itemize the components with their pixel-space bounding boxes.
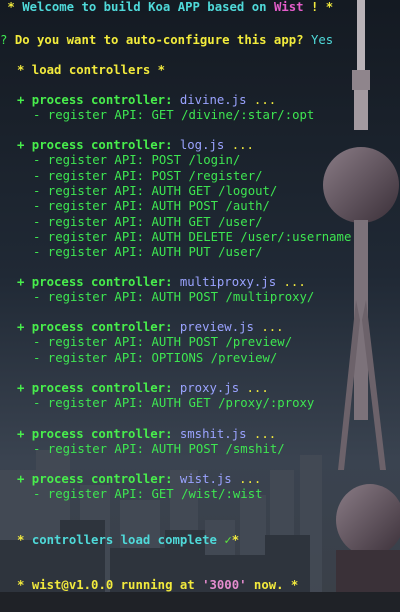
complete-text: controllers load complete <box>31 533 225 547</box>
running-suffix: now. * <box>246 578 299 592</box>
prompt-question: Do you want to auto-configure this app? <box>14 33 304 47</box>
question-mark-icon: ? <box>0 33 8 47</box>
complete-star: * <box>17 533 32 547</box>
process-suffix: ... <box>224 138 254 152</box>
register-api-line: - register API: AUTH GET /user/ <box>33 214 263 229</box>
process-controller-line: + process controller: wist.js ... <box>17 472 261 487</box>
running-text: running at <box>113 578 203 592</box>
register-api-line: - register API: AUTH POST /preview/ <box>33 335 293 350</box>
process-controller-line: + process controller: multiproxy.js ... <box>17 275 306 290</box>
register-api-line: - register API: AUTH DELETE /user/:usern… <box>33 229 352 244</box>
process-suffix: ... <box>276 275 306 289</box>
complete-star-close: * <box>231 533 240 547</box>
register-api-line: - register API: POST /login/ <box>33 153 241 168</box>
process-suffix: ... <box>246 427 277 441</box>
process-controller-line: + process controller: proxy.js ... <box>17 381 269 396</box>
register-api-line: - register API: GET /divine/:star/:opt <box>33 108 315 123</box>
register-api-line: - register API: AUTH GET /proxy/:proxy <box>33 396 315 411</box>
controller-file-name: log.js <box>179 138 225 152</box>
port-value: '3000' <box>202 578 247 592</box>
controller-file-name: multiproxy.js <box>179 275 277 289</box>
app-version: wist@v1.0.0 <box>31 578 114 592</box>
complete-line: * controllers load complete ✓* <box>17 533 239 548</box>
process-prefix: + process controller: <box>17 472 180 486</box>
welcome-text: Welcome to build Koa APP based on <box>22 0 274 14</box>
prompt-answer: Yes <box>310 33 334 47</box>
controller-file-name: preview.js <box>179 320 254 334</box>
register-api-line: - register API: POST /register/ <box>33 168 263 183</box>
running-star: * <box>17 578 32 592</box>
register-api-line: - register API: AUTH POST /smshit/ <box>33 442 285 457</box>
prompt-line: ? Do you want to auto-configure this app… <box>0 33 333 48</box>
welcome-line: * Welcome to build Koa APP based on Wist… <box>0 0 333 15</box>
process-controller-line: + process controller: smshit.js ... <box>17 427 276 442</box>
controller-file-name: smshit.js <box>179 427 247 441</box>
welcome-star: * <box>0 0 23 14</box>
process-controller-line: + process controller: log.js ... <box>17 138 254 153</box>
register-api-line: - register API: OPTIONS /preview/ <box>33 350 278 365</box>
welcome-suffix: ! * <box>303 0 334 14</box>
brand-name: Wist <box>273 0 304 14</box>
controller-file-name: wist.js <box>179 472 232 486</box>
register-api-line: - register API: AUTH POST /multiproxy/ <box>33 290 315 305</box>
process-prefix: + process controller: <box>17 138 180 152</box>
process-prefix: + process controller: <box>17 320 180 334</box>
register-api-line: - register API: AUTH PUT /user/ <box>33 245 263 260</box>
process-suffix: ... <box>239 381 269 395</box>
register-api-line: - register API: GET /wist/:wist <box>33 487 263 502</box>
process-prefix: + process controller: <box>17 381 180 395</box>
process-prefix: + process controller: <box>17 275 180 289</box>
process-controller-line: + process controller: divine.js ... <box>17 93 276 108</box>
process-suffix: ... <box>231 472 262 486</box>
register-api-line: - register API: AUTH POST /auth/ <box>33 199 270 214</box>
process-prefix: + process controller: <box>17 93 180 107</box>
load-controllers-header: * load controllers * <box>17 63 166 77</box>
process-controller-line: + process controller: preview.js ... <box>17 320 284 335</box>
check-icon: ✓ <box>224 533 232 547</box>
process-suffix: ... <box>246 93 277 107</box>
process-suffix: ... <box>253 320 284 334</box>
controller-file-name: proxy.js <box>179 381 240 395</box>
register-api-line: - register API: AUTH GET /logout/ <box>33 183 278 198</box>
process-prefix: + process controller: <box>17 427 180 441</box>
terminal-output: * Welcome to build Koa APP based on Wist… <box>0 0 400 612</box>
controller-file-name: divine.js <box>179 93 247 107</box>
running-line: * wist@v1.0.0 running at '3000' now. * <box>17 578 298 593</box>
